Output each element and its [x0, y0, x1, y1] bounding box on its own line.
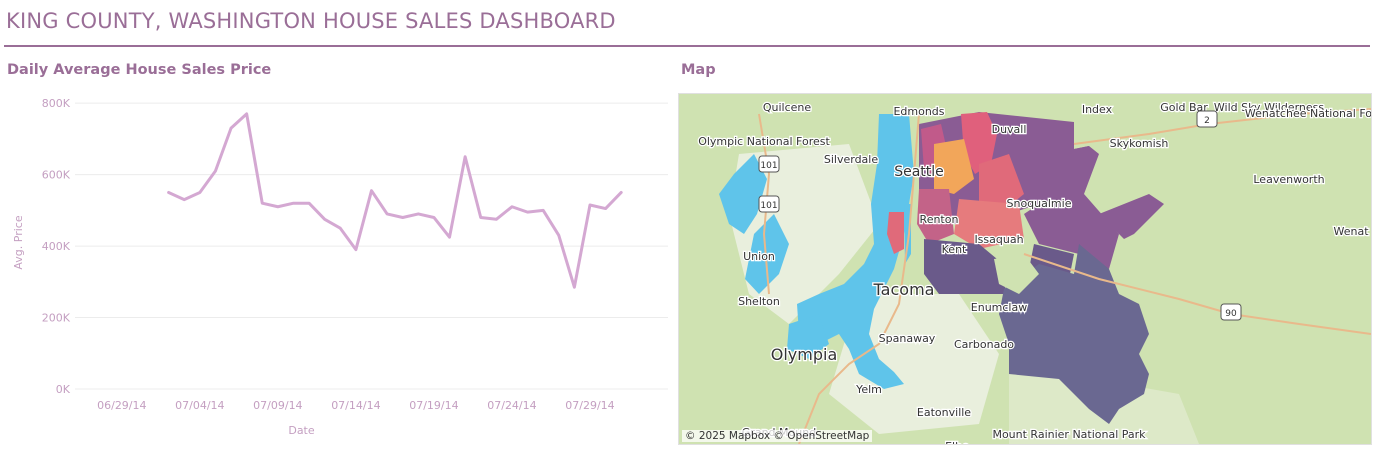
dashboard-title: KING COUNTY, WASHINGTON HOUSE SALES DASH… [6, 9, 616, 33]
y-tick-label: 0K [56, 383, 71, 396]
map-place-label: Skykomish [1110, 137, 1169, 150]
map-place-label: Kent [942, 243, 967, 256]
x-tick-label: 07/09/14 [253, 399, 302, 412]
map-place-label: Spanaway [879, 332, 936, 345]
map-place-label: Edmonds [893, 105, 944, 118]
highway-shield-label: 101 [760, 161, 777, 171]
x-tick-label: 07/19/14 [409, 399, 458, 412]
map-place-label: Mount Rainier National Park [992, 428, 1146, 441]
map-place-label: Quilcene [763, 101, 812, 114]
x-axis-title: Date [288, 424, 315, 437]
map-place-label: Index [1082, 103, 1113, 116]
map-place-label: Tacoma [873, 280, 935, 299]
king-county-map[interactable]: Quilcene Edmonds Duvall Index Gold Bar Wild S… [678, 93, 1372, 445]
map-place-label: Issaquah [974, 233, 1023, 246]
price-line-chart[interactable]: 0K 200K 400K 600K 800K 06/29/14 07/04/14 07/09/… [0, 88, 676, 448]
map-attribution[interactable]: © 2025 Mapbox © OpenStreetMap [682, 430, 873, 442]
map-place-label: Union [743, 250, 775, 263]
y-tick-label: 200K [42, 312, 71, 325]
x-tick-label: 07/24/14 [487, 399, 536, 412]
map-place-label: Wenatchee National Forest [1245, 107, 1371, 120]
highway-shield-label: 90 [1225, 309, 1237, 319]
x-tick-label: 07/14/14 [331, 399, 380, 412]
map-place-label: Carbonado [954, 338, 1014, 351]
highway-shield-label: 101 [760, 201, 777, 211]
y-axis-title: Avg. Price [12, 215, 25, 269]
x-tick-label: 07/04/14 [175, 399, 224, 412]
map-place-label: Eatonville [917, 406, 971, 419]
map-place-label: Shelton [738, 295, 780, 308]
chart-canvas: 0K 200K 400K 600K 800K 06/29/14 07/04/14 07/09/… [12, 97, 668, 437]
avg-price-line [167, 112, 623, 289]
map-place-label: Yelm [855, 383, 882, 396]
y-tick-label: 800K [42, 97, 71, 110]
map-place-label: Wenat [1333, 225, 1369, 238]
x-tick-label: 06/29/14 [97, 399, 146, 412]
map-place-label: Elbe [945, 440, 969, 444]
map-place-label: Olympic National Forest [698, 135, 830, 148]
map-place-label: Leavenworth [1253, 173, 1324, 186]
map-place-label: Duvall [992, 123, 1027, 136]
y-tick-label: 400K [42, 240, 71, 253]
y-tick-label: 600K [42, 169, 71, 182]
map-canvas: Quilcene EdmondsDuvallIndex Gold Bar Wild S… [679, 94, 1371, 444]
map-place-label: Silverdale [824, 153, 878, 166]
map-place-label: Snoqualmie [1007, 197, 1072, 210]
chart-panel-title: Daily Average House Sales Price [7, 62, 272, 78]
map-place-label: Olympia [771, 345, 838, 364]
map-place-label: Enumclaw [971, 301, 1027, 314]
map-panel-title: Map [681, 62, 716, 78]
map-place-label: Seattle [894, 164, 944, 180]
title-divider [4, 45, 1370, 47]
map-place-label: Renton [920, 213, 959, 226]
highway-shield-label: 2 [1204, 116, 1210, 126]
x-tick-label: 07/29/14 [565, 399, 614, 412]
